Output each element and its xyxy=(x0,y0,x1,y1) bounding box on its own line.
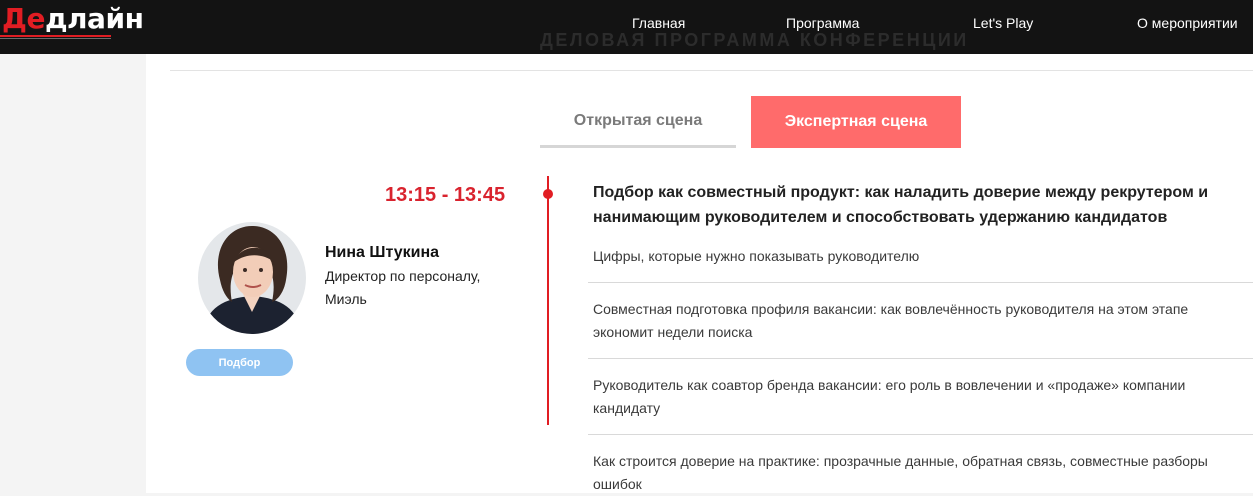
point-divider xyxy=(588,358,1253,359)
tab-expert-stage[interactable]: Экспертная сцена xyxy=(751,96,961,148)
talk-point: Руководитель как соавтор бренда вакансии… xyxy=(593,377,1186,416)
speaker-role: Директор по персоналу, Миэль xyxy=(325,268,481,307)
nav-link-home[interactable]: Главная xyxy=(632,15,685,31)
nav-link-about[interactable]: О мероприятии xyxy=(1137,15,1238,31)
talk-point: Как строится доверие на практике: прозра… xyxy=(593,453,1208,492)
logo-white-part: длайн xyxy=(44,2,144,35)
talk-title-line-1: Подбор как совместный продукт: как налад… xyxy=(593,184,1209,201)
point-divider xyxy=(588,282,1253,283)
speaker-avatar xyxy=(198,222,306,334)
nav-link-program[interactable]: Программа xyxy=(786,15,859,31)
tab-open-stage[interactable]: Открытая сцена xyxy=(540,96,736,148)
talk-point: Цифры, которые нужно показывать руководи… xyxy=(593,248,920,264)
timeline-dot xyxy=(543,189,553,199)
speaker-name: Нина Штукина xyxy=(325,244,440,261)
point-divider xyxy=(588,434,1253,435)
speaker-photo xyxy=(198,222,306,334)
site-logo[interactable]: Дедлайн xyxy=(2,2,144,35)
talk-point: Совместная подготовка профиля вакансии: … xyxy=(593,301,1189,340)
section-divider xyxy=(170,70,1253,71)
logo-underline xyxy=(0,35,111,37)
talk-title-line-2: нанимающим руководителем и способствоват… xyxy=(593,209,1168,226)
logo-underline-shadow xyxy=(0,38,111,39)
talk-title: Подбор как совместный продукт: как налад… xyxy=(593,180,1253,230)
section-title-behind-header: ДЕЛОВАЯ ПРОГРАММА КОНФЕРЕНЦИИ xyxy=(540,30,969,50)
topic-tag[interactable]: Подбор xyxy=(186,349,293,376)
logo-red-part: Де xyxy=(2,2,45,35)
nav-link-lets-play[interactable]: Let's Play xyxy=(973,15,1033,31)
timeline-line xyxy=(547,176,549,425)
session-time: 13:15 - 13:45 xyxy=(385,184,506,206)
